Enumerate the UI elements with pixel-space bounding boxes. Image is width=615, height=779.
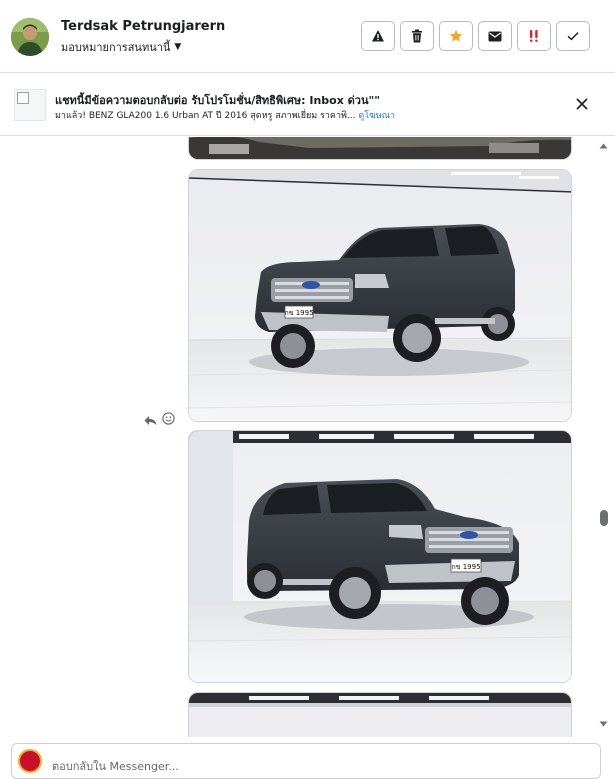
banner-subtitle: มาแล้ว! BENZ GLA200 1.6 Urban AT ปี 2016… — [55, 108, 395, 122]
reply-button[interactable] — [144, 411, 157, 430]
spam-button[interactable] — [517, 21, 551, 51]
react-button[interactable] — [162, 410, 175, 429]
double-exclamation-icon — [530, 30, 538, 42]
car-photo[interactable]: กข 1995 — [188, 430, 572, 683]
car-photo[interactable]: กข 1995 — [188, 169, 572, 422]
ad-thumbnail — [14, 89, 46, 121]
reply-icon — [144, 416, 157, 425]
banner-title: แชทนี้มีข้อความตอบกลับต่อ รับโปรโมชั่น/ส… — [55, 94, 380, 107]
broken-image-icon — [17, 92, 29, 104]
report-button[interactable] — [361, 21, 395, 51]
smiley-icon — [162, 412, 175, 425]
mail-button[interactable] — [478, 21, 512, 51]
conversation-header: Terdsak Petrungjarern มอบหมายการสนทนานี้… — [0, 0, 615, 73]
reply-input[interactable]: ตอบกลับใน Messenger... — [52, 757, 179, 775]
close-icon — [576, 98, 588, 110]
license-plate-text: กข 1995 — [284, 309, 313, 317]
star-button[interactable] — [439, 21, 473, 51]
star-icon — [449, 29, 463, 42]
car-photo-previous[interactable] — [188, 137, 572, 160]
thread-scrollbar[interactable] — [596, 137, 610, 737]
assign-conversation-dropdown[interactable]: มอบหมายการสนทนานี้ ▼ — [61, 38, 181, 56]
delete-button[interactable] — [400, 21, 434, 51]
license-plate-text: กข 1995 — [451, 563, 480, 571]
envelope-icon — [488, 31, 502, 41]
avatar[interactable] — [11, 18, 49, 56]
checkmark-icon — [567, 32, 579, 41]
page-avatar — [18, 749, 42, 773]
message-thread[interactable]: กข 1995 กข 1995 — [0, 137, 615, 737]
trash-icon — [412, 29, 422, 43]
scroll-up-arrow-icon[interactable] — [599, 143, 608, 149]
assign-label: มอบหมายการสนทนานี้ — [61, 41, 171, 54]
banner-subtitle-text: มาแล้ว! BENZ GLA200 1.6 Urban AT ปี 2016… — [55, 111, 356, 121]
car-photo-next[interactable] — [188, 692, 572, 737]
reply-composer[interactable]: ตอบกลับใน Messenger... — [11, 743, 601, 779]
user-name[interactable]: Terdsak Petrungjarern — [61, 19, 225, 34]
warning-icon — [372, 30, 384, 42]
chevron-down-icon: ▼ — [174, 42, 182, 52]
ad-reply-banner: แชทนี้มีข้อความตอบกลับต่อ รับโปรโมชั่น/ส… — [0, 73, 615, 136]
header-actions — [361, 21, 590, 51]
scrollbar-thumb[interactable] — [600, 510, 608, 526]
scroll-down-arrow-icon[interactable] — [599, 721, 608, 727]
done-button[interactable] — [556, 21, 590, 51]
view-ad-link[interactable]: ดูโฆษณา — [358, 111, 395, 121]
close-banner-button[interactable] — [573, 95, 591, 113]
